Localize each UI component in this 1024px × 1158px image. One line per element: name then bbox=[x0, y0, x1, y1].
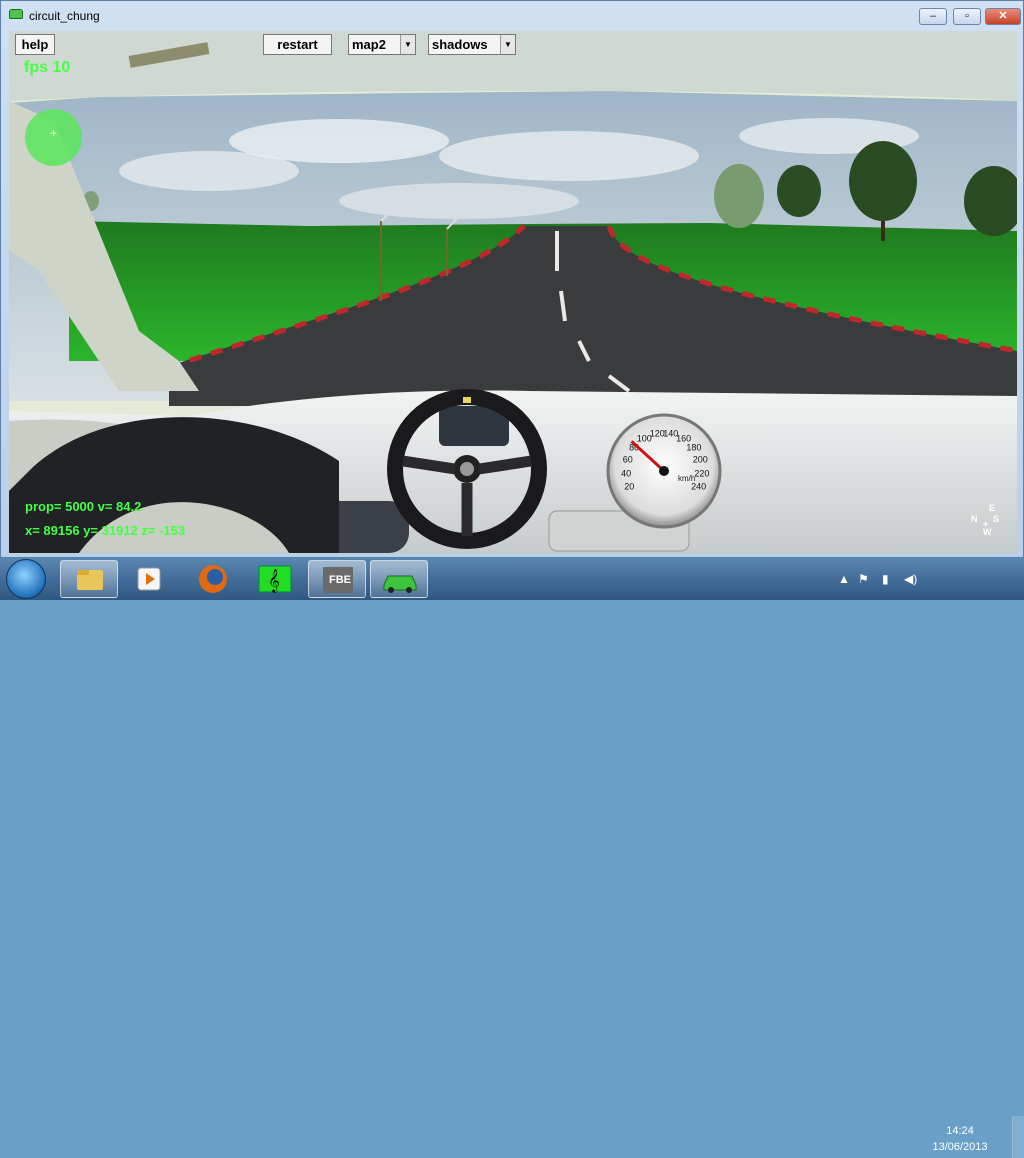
telemetry-prop-speed: prop= 5000 v= 84.2 bbox=[25, 499, 142, 514]
compass-west: W bbox=[983, 527, 992, 537]
svg-text:𝄞: 𝄞 bbox=[268, 568, 280, 593]
speed-unit-label: km/h bbox=[678, 474, 695, 483]
compass-rose: E N + S W bbox=[969, 503, 1003, 543]
clock-date[interactable]: 13/06/2013 bbox=[930, 1141, 990, 1153]
chevron-down-icon[interactable]: ▼ bbox=[400, 35, 415, 54]
shadows-select[interactable]: shadows ▼ bbox=[428, 34, 516, 55]
app-window: circuit_chung – ▫ ✕ 20 40 60 80 100 120 … bbox=[0, 0, 1024, 558]
fbe-app-icon[interactable]: FBE bbox=[308, 560, 366, 598]
volume-icon[interactable]: ◀) bbox=[904, 572, 917, 586]
compass-south: S bbox=[993, 514, 1000, 524]
speed-tick-label: 180 bbox=[686, 443, 701, 453]
speedometer-gauge: 20406080100120140160180200220240 km/h bbox=[606, 413, 722, 529]
speed-tick-label: 20 bbox=[624, 482, 634, 492]
fbe-app-label: FBE bbox=[329, 574, 351, 586]
speed-tick-label: 40 bbox=[621, 468, 631, 478]
firefox-icon[interactable] bbox=[184, 560, 242, 598]
game-viewport[interactable]: 20 40 60 80 100 120 140 160 180 200 220 240 km/h he… bbox=[9, 31, 1017, 553]
telemetry-position: x= 89156 y= 31912 z= -153 bbox=[25, 523, 186, 538]
network-icon[interactable]: ▮ bbox=[882, 572, 889, 586]
music-app-icon[interactable]: 𝄞 bbox=[246, 560, 304, 598]
media-player-icon[interactable] bbox=[122, 560, 180, 598]
map-select[interactable]: map2 ▼ bbox=[348, 34, 416, 55]
compass-north: N bbox=[971, 514, 978, 524]
window-title: circuit_chung bbox=[29, 9, 100, 23]
car-app-icon bbox=[9, 9, 23, 19]
chevron-down-icon[interactable]: ▼ bbox=[500, 35, 515, 54]
radar-marker: + bbox=[49, 126, 57, 140]
maximize-button[interactable]: ▫ bbox=[953, 8, 981, 25]
speed-tick-label: 60 bbox=[623, 455, 633, 465]
fps-counter: fps 10 bbox=[24, 59, 71, 76]
show-desktop-button[interactable] bbox=[1012, 1116, 1024, 1158]
action-center-flag-icon[interactable]: ⚑ bbox=[858, 572, 869, 586]
minimize-button[interactable]: – bbox=[919, 8, 947, 25]
windows-explorer-icon[interactable] bbox=[60, 560, 118, 598]
title-bar[interactable]: circuit_chung – ▫ ✕ bbox=[1, 1, 1023, 31]
show-hidden-icons-icon[interactable]: ▲ bbox=[838, 572, 850, 586]
speed-tick-label: 240 bbox=[691, 482, 706, 492]
map-select-value: map2 bbox=[352, 37, 386, 52]
taskbar: 𝄞 FBE ▲ ⚑ ▮ ◀) 14:24 13/06/2013 bbox=[0, 558, 1024, 1158]
car-app-icon[interactable] bbox=[370, 560, 428, 598]
clock-time[interactable]: 14:24 bbox=[930, 1125, 990, 1137]
help-button[interactable]: help bbox=[15, 34, 55, 55]
start-button[interactable] bbox=[6, 559, 46, 599]
close-button[interactable]: ✕ bbox=[985, 8, 1021, 25]
compass-east: E bbox=[989, 503, 996, 513]
radar-minimap: + bbox=[25, 109, 82, 166]
driving-scene: 20406080100120140160180200220240 km/h bbox=[9, 31, 1017, 553]
speed-tick-label: 200 bbox=[693, 455, 708, 465]
shadows-select-value: shadows bbox=[432, 37, 488, 52]
restart-button[interactable]: restart bbox=[263, 34, 332, 55]
speed-tick-label: 220 bbox=[694, 468, 709, 478]
